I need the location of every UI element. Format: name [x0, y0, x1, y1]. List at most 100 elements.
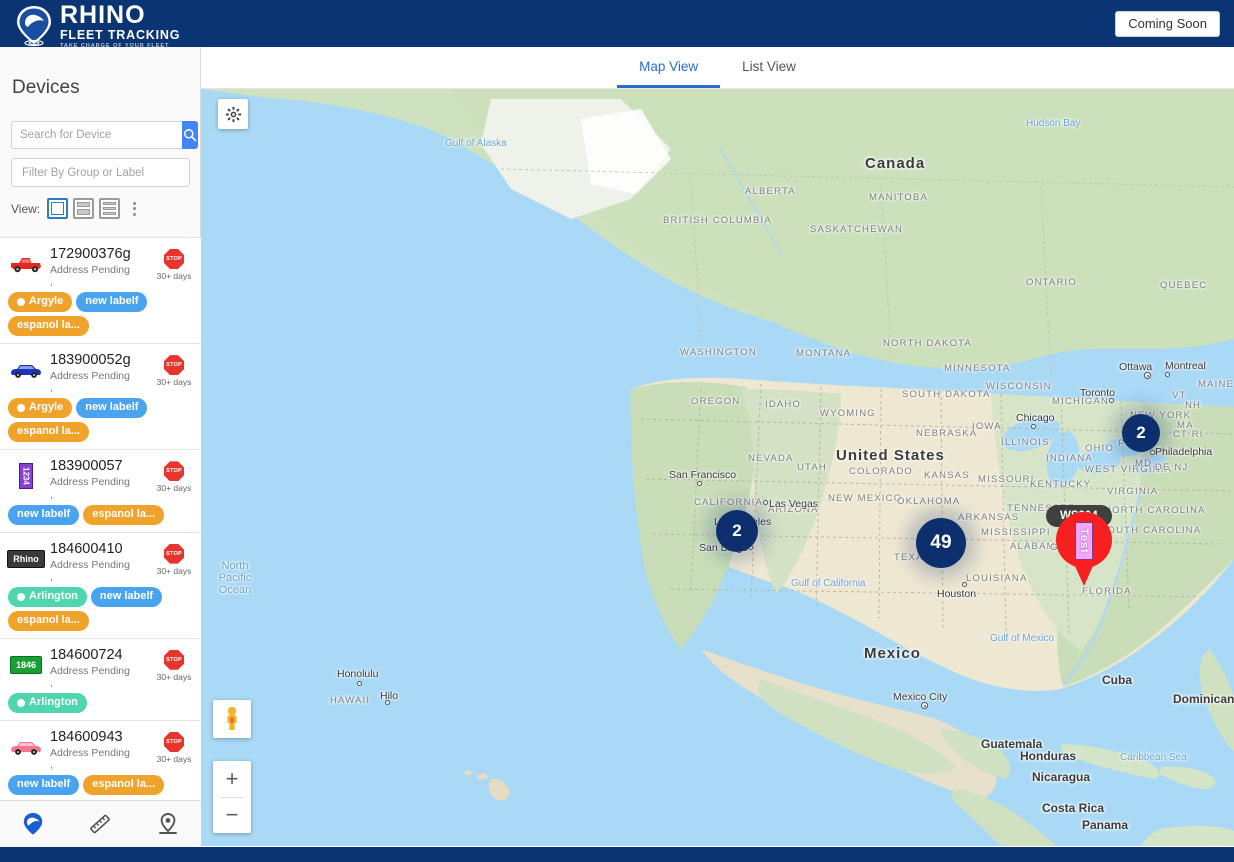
pin-label-text: Test [1078, 528, 1090, 554]
map-city-dot [1165, 372, 1170, 377]
top-header-bar: RHINO FLEET TRACKING TAKE CHARGE OF YOUR… [0, 0, 1234, 49]
map-cluster-marker[interactable]: 2 [716, 510, 758, 552]
device-address-comma: , [50, 677, 53, 690]
device-idle-days: 30+ days [156, 565, 192, 576]
device-address: Address Pending [50, 476, 130, 489]
device-tag[interactable]: new labelf [76, 398, 148, 419]
tab-list-view[interactable]: List View [720, 48, 818, 86]
device-tag[interactable]: new labelf [76, 292, 148, 313]
device-tag[interactable]: Argyle [8, 292, 73, 313]
device-list-item[interactable]: 1846 184600724 Address Pending , STOP 30… [0, 638, 201, 721]
device-info: 183900057 Address Pending , [50, 457, 149, 500]
search-button[interactable] [182, 121, 198, 149]
device-main-row: 1846 184600724 Address Pending , STOP 30… [8, 646, 193, 689]
view-option-split-icon[interactable] [73, 198, 95, 219]
device-tag[interactable]: espanol la... [8, 610, 89, 631]
device-tag-list: Argyle new labelf espanol la... [8, 292, 193, 337]
tag-status-dot [17, 592, 25, 601]
device-status-block: STOP 30+ days [155, 731, 193, 764]
map-city-dot [1144, 372, 1151, 379]
device-main-row: 183900052g Address Pending , STOP 30+ da… [8, 351, 193, 394]
device-tag[interactable]: Argyle [8, 398, 73, 419]
device-id: 184600410 [50, 540, 123, 557]
device-info: 184600943 Address Pending , [50, 728, 149, 771]
device-status-block: STOP 30+ days [155, 649, 193, 682]
devices-sidebar: Devices View: [0, 47, 201, 862]
device-address: Address Pending [50, 370, 130, 383]
tag-status-dot [17, 404, 25, 413]
zoom-in-button[interactable]: + [213, 762, 251, 797]
street-view-pegman-button[interactable] [213, 700, 251, 738]
ruler-icon[interactable] [88, 812, 112, 836]
map-canvas[interactable]: Canada United States Mexico Cuba Guatemala Ho… [201, 89, 1234, 846]
device-tag-label: Arlington [29, 589, 78, 602]
device-tag[interactable]: espanol la... [83, 504, 165, 525]
zoom-out-button[interactable]: − [213, 798, 251, 833]
device-list[interactable]: 172900376g Address Pending , STOP 30+ da… [0, 237, 201, 862]
map-zoom-controls: + − [213, 761, 251, 833]
tag-status-dot [17, 298, 25, 307]
stop-sign-icon: STOP [164, 355, 184, 376]
device-tag-label: Arlington [29, 696, 78, 709]
tab-map-view[interactable]: Map View [617, 48, 721, 88]
device-tag-label: new labelf [85, 295, 139, 308]
green-label-icon: 1846 [8, 652, 44, 678]
rhino-pin-icon[interactable] [22, 812, 44, 836]
view-option-grid-icon[interactable] [47, 198, 69, 219]
device-tag[interactable]: espanol la... [8, 422, 89, 443]
gear-icon [225, 106, 241, 122]
filter-group-label-input[interactable] [11, 158, 190, 187]
search-input[interactable] [11, 121, 182, 149]
logo-sub-text: FLEET TRACKING [60, 28, 181, 42]
map-cluster-marker[interactable]: 49 [916, 518, 966, 568]
device-info: 184600410 Address Pending , [50, 540, 149, 583]
device-tag-list: Arlington new labelf espanol la... [8, 586, 193, 631]
view-toggle-row: View: [11, 198, 200, 219]
device-tag-label: Argyle [29, 295, 64, 308]
device-list-item[interactable]: Rhino 184600410 Address Pending , STOP 3… [0, 532, 201, 639]
map-city-dot [1031, 424, 1036, 429]
map-city-dot [385, 700, 390, 705]
view-option-list-icon[interactable] [99, 198, 121, 219]
map-city-dot [763, 500, 768, 505]
device-tag[interactable]: espanol la... [8, 316, 89, 337]
device-address-comma: , [50, 276, 53, 289]
device-tag-label: new labelf [85, 401, 139, 414]
device-tag[interactable]: Arlington [8, 693, 87, 713]
device-address-comma: , [50, 488, 53, 501]
device-main-row: 184600943 Address Pending , STOP 30+ day… [8, 728, 193, 771]
device-list-item[interactable]: 172900376g Address Pending , STOP 30+ da… [0, 238, 201, 345]
brand-logo[interactable]: RHINO FLEET TRACKING TAKE CHARGE OF YOUR… [14, 3, 180, 49]
search-icon [184, 129, 197, 142]
tag-status-dot [17, 699, 25, 708]
device-tag[interactable]: new labelf [8, 504, 80, 525]
location-marker-icon[interactable] [157, 812, 179, 836]
device-list-item[interactable]: 183900052g Address Pending , STOP 30+ da… [0, 344, 201, 451]
search-row [11, 121, 198, 149]
app-root: RHINO FLEET TRACKING TAKE CHARGE OF YOUR… [0, 0, 1234, 862]
device-list-item[interactable]: 1234 183900057 Address Pending , STOP 30… [0, 450, 201, 533]
map-city-dot [357, 681, 362, 686]
device-main-row: 172900376g Address Pending , STOP 30+ da… [8, 245, 193, 288]
device-pin-marker[interactable]: Test [1056, 512, 1112, 586]
device-tag-list: Arlington [8, 693, 193, 713]
device-info: 184600724 Address Pending , [50, 646, 149, 689]
device-list-item[interactable]: 184600943 Address Pending , STOP 30+ day… [0, 720, 201, 804]
device-idle-days: 30+ days [156, 271, 192, 281]
device-address: Address Pending [50, 558, 130, 571]
device-idle-days: 30+ days [156, 753, 192, 764]
device-id: 184600943 [50, 728, 123, 745]
coming-soon-button[interactable]: Coming Soon [1115, 11, 1220, 38]
device-status-block: STOP 30+ days [155, 355, 193, 387]
device-tag[interactable]: espanol la... [83, 775, 165, 796]
device-tag[interactable]: Arlington [8, 586, 87, 607]
device-tag-label: espanol la... [17, 425, 80, 438]
map-cluster-marker[interactable]: 2 [1122, 414, 1160, 452]
pink-sedan-icon [8, 734, 44, 760]
dark-label-icon: Rhino [7, 546, 45, 572]
device-tag[interactable]: new labelf [8, 775, 80, 796]
device-tag[interactable]: new labelf [90, 586, 163, 607]
map-settings-button[interactable] [218, 99, 248, 129]
view-more-options-icon[interactable] [131, 200, 138, 218]
device-tag-label: espanol la... [17, 319, 80, 332]
